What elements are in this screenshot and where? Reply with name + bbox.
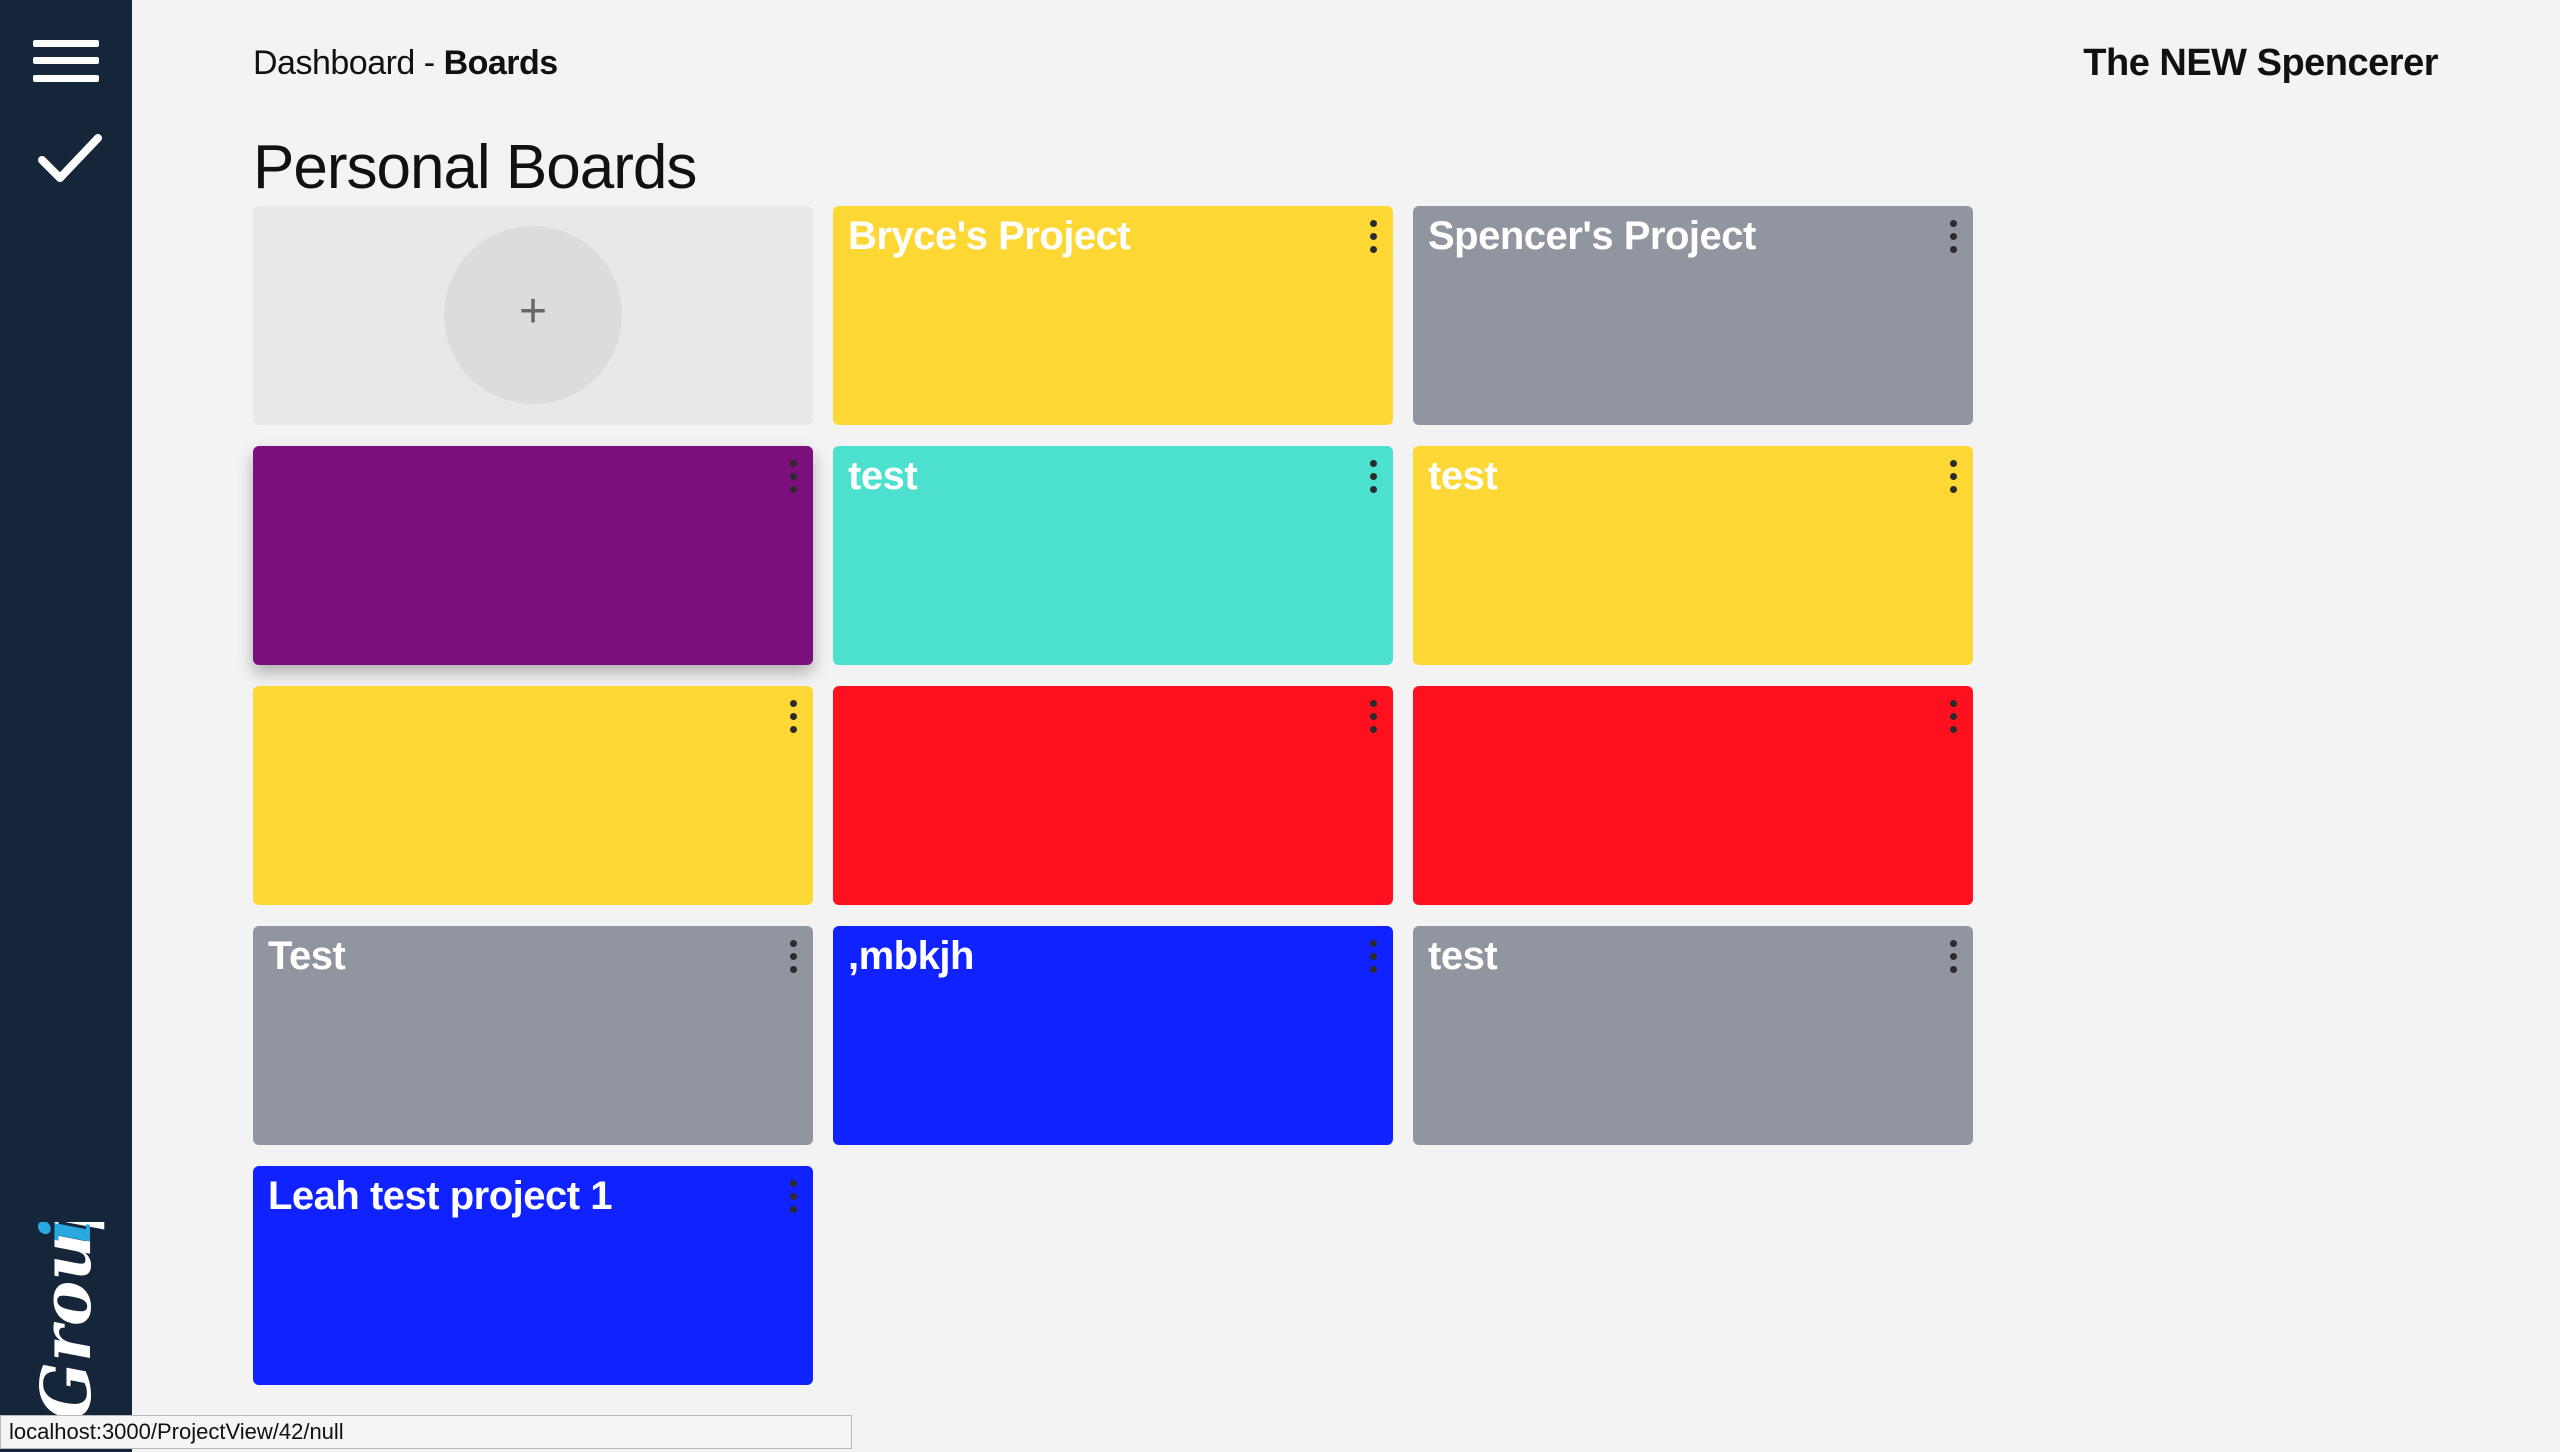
board-card[interactable]: Bryce's Project bbox=[833, 206, 1393, 425]
breadcrumb: Dashboard - Boards bbox=[253, 36, 558, 90]
svg-text:ii: ii bbox=[27, 1222, 107, 1244]
board-title: test bbox=[1428, 454, 1498, 498]
more-options-icon[interactable] bbox=[1367, 940, 1381, 978]
brand-logo: Group ii bbox=[18, 1184, 118, 1422]
board-card[interactable] bbox=[833, 686, 1393, 905]
more-options-icon[interactable] bbox=[787, 460, 801, 498]
board-card[interactable] bbox=[253, 446, 813, 665]
board-card[interactable] bbox=[1413, 686, 1973, 905]
board-card[interactable]: ,mbkjh bbox=[833, 926, 1393, 1145]
more-options-icon[interactable] bbox=[787, 1180, 801, 1218]
plus-icon: + bbox=[518, 285, 548, 338]
add-board-button[interactable]: + bbox=[444, 226, 622, 404]
breadcrumb-current: Boards bbox=[443, 44, 559, 82]
board-title: Bryce's Project bbox=[848, 214, 1131, 258]
section-title: Personal Boards bbox=[253, 133, 697, 202]
breadcrumb-separator: - bbox=[414, 44, 444, 82]
hamburger-menu-icon[interactable] bbox=[33, 40, 99, 82]
more-options-icon[interactable] bbox=[1947, 220, 1961, 258]
sidebar: Group ii bbox=[0, 0, 132, 1452]
svg-text:Group: Group bbox=[27, 1222, 107, 1420]
more-options-icon[interactable] bbox=[1367, 460, 1381, 498]
checkmark-icon[interactable] bbox=[38, 130, 104, 190]
more-options-icon[interactable] bbox=[1367, 220, 1381, 258]
board-card[interactable]: Leah test project 1 bbox=[253, 1166, 813, 1385]
board-card[interactable]: test bbox=[1413, 446, 1973, 665]
more-options-icon[interactable] bbox=[1947, 700, 1961, 738]
board-card[interactable]: test bbox=[833, 446, 1393, 665]
user-name[interactable]: The NEW Spencerer bbox=[2083, 36, 2438, 90]
board-title: Leah test project 1 bbox=[268, 1174, 612, 1218]
board-card[interactable]: Test bbox=[253, 926, 813, 1145]
more-options-icon[interactable] bbox=[787, 700, 801, 738]
board-card[interactable] bbox=[253, 686, 813, 905]
more-options-icon[interactable] bbox=[1947, 460, 1961, 498]
board-card[interactable]: test bbox=[1413, 926, 1973, 1145]
board-title: ,mbkjh bbox=[848, 934, 974, 978]
more-options-icon[interactable] bbox=[1947, 940, 1961, 978]
board-title: Test bbox=[268, 934, 346, 978]
board-card[interactable]: Spencer's Project bbox=[1413, 206, 1973, 425]
board-title: Spencer's Project bbox=[1428, 214, 1756, 258]
board-title: test bbox=[1428, 934, 1498, 978]
status-bar-url: localhost:3000/ProjectView/42/null bbox=[0, 1415, 852, 1449]
add-board-card: + bbox=[253, 206, 813, 425]
board-title: test bbox=[848, 454, 918, 498]
breadcrumb-dashboard-link[interactable]: Dashboard bbox=[253, 44, 415, 82]
more-options-icon[interactable] bbox=[787, 940, 801, 978]
more-options-icon[interactable] bbox=[1367, 700, 1381, 738]
